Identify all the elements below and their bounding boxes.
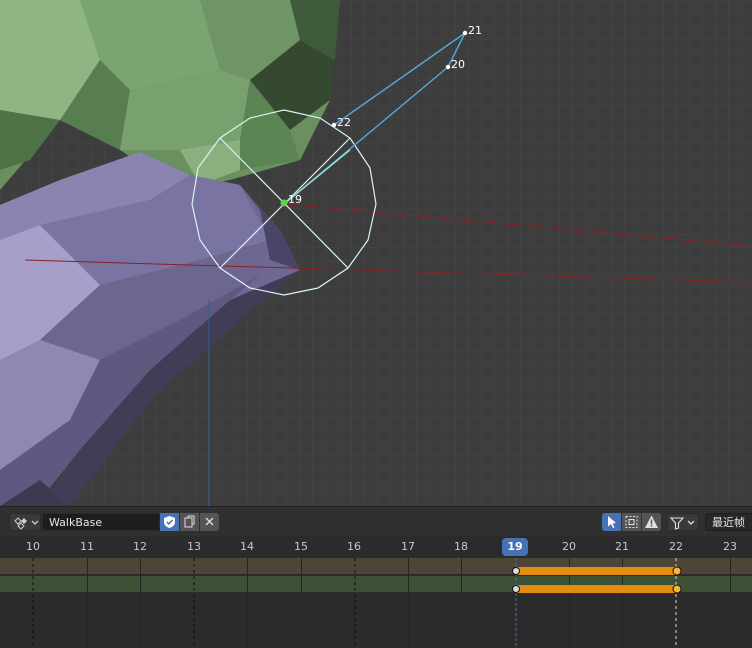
box-select-icon (625, 516, 638, 528)
copy-icon (184, 515, 195, 528)
box-select-button[interactable] (622, 513, 641, 531)
bone-21-label: 21 (468, 24, 482, 37)
bone-19-label: 19 (288, 193, 302, 206)
bone-21-point[interactable] (462, 30, 468, 36)
chevron-down-icon (687, 520, 695, 525)
keyframe-point-selected[interactable] (672, 584, 682, 594)
frame-label: 17 (401, 540, 415, 553)
snapping-mode-dropdown[interactable]: 最近帧 (705, 513, 752, 531)
keyframe-area[interactable] (0, 558, 752, 648)
keyframe-point[interactable] (512, 567, 520, 575)
blender-window: 19 20 21 22 WalkBase 最近帧 10 11 12 13 14 … (0, 0, 752, 648)
frame-label: 11 (80, 540, 94, 553)
cursor-arrow-icon (608, 516, 616, 528)
action-mode-dropdown[interactable] (9, 513, 41, 531)
warning-icon (645, 515, 658, 528)
object-keyframe-hold-bar[interactable] (516, 585, 677, 593)
duplicate-action-button[interactable] (180, 513, 199, 531)
bone-20-point[interactable] (445, 64, 451, 70)
only-errors-button[interactable] (642, 513, 661, 531)
keyframe-canvas[interactable] (0, 558, 752, 648)
close-icon (205, 517, 214, 526)
bone-22-point[interactable] (331, 122, 337, 128)
bone-19-point[interactable] (280, 199, 288, 207)
bone-22-label: 22 (337, 116, 351, 129)
frame-label: 13 (187, 540, 201, 553)
frame-label: 18 (454, 540, 468, 553)
frame-label: 21 (615, 540, 629, 553)
select-tool-button[interactable] (602, 513, 621, 531)
viewport-canvas[interactable]: 19 20 21 22 (0, 0, 752, 506)
frame-label: 12 (133, 540, 147, 553)
3d-viewport[interactable]: 19 20 21 22 (0, 0, 752, 506)
action-name-field[interactable]: WalkBase (42, 513, 160, 531)
summary-keyframe-hold-bar[interactable] (516, 567, 677, 575)
bone-20-label: 20 (451, 58, 465, 71)
filter-icon (669, 517, 695, 530)
filter-dropdown[interactable] (667, 513, 699, 531)
frame-label: 14 (240, 540, 254, 553)
current-frame-indicator[interactable]: 19 (502, 538, 528, 556)
keyframe-point-selected[interactable] (672, 566, 682, 576)
action-editor-header: WalkBase 最近帧 (0, 506, 752, 536)
frame-label: 20 (562, 540, 576, 553)
action-editor: WalkBase 最近帧 10 11 12 13 14 15 16 17 18 … (0, 506, 752, 648)
frame-label: 15 (294, 540, 308, 553)
frame-label: 23 (723, 540, 737, 553)
keyframe-type-icon (14, 517, 39, 530)
unlink-action-button[interactable] (200, 513, 219, 531)
frame-label: 10 (26, 540, 40, 553)
fake-user-button[interactable] (160, 513, 179, 531)
frame-label: 16 (347, 540, 361, 553)
chevron-down-icon (31, 520, 39, 525)
frame-label: 22 (669, 540, 683, 553)
frame-ruler[interactable]: 10 11 12 13 14 15 16 17 18 20 21 22 23 1… (0, 536, 752, 558)
keyframe-point[interactable] (512, 585, 520, 593)
shield-icon (164, 516, 175, 528)
